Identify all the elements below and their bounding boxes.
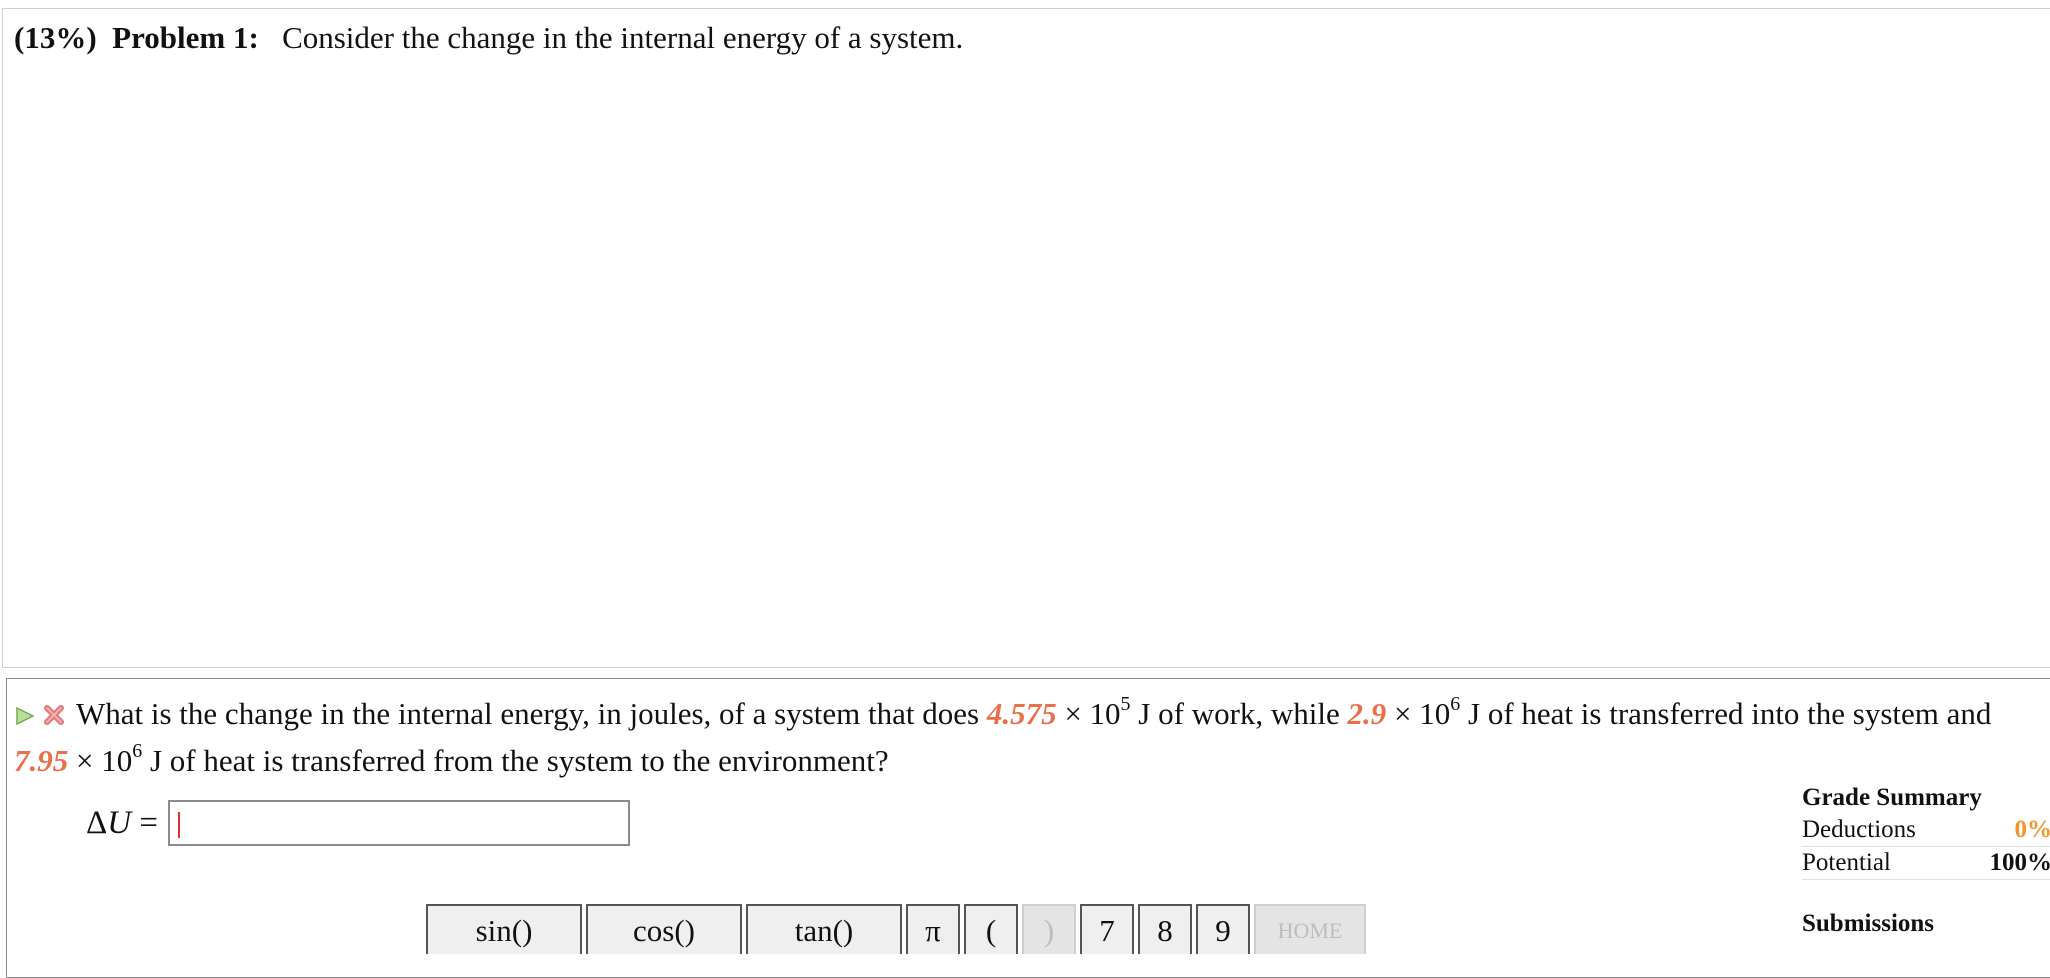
problem-statement: Consider the change in the internal ener… xyxy=(282,20,963,55)
key-cos[interactable]: cos() xyxy=(586,904,742,954)
key-close-paren[interactable]: ) xyxy=(1022,904,1076,954)
grade-summary: Grade Summary Deductions 0% Potential 10… xyxy=(1802,784,2050,880)
text-caret xyxy=(178,812,180,838)
deductions-label: Deductions xyxy=(1802,816,1916,844)
question-part: J of heat is transferred into the system… xyxy=(1460,696,1991,731)
deductions-row: Deductions 0% xyxy=(1802,814,2050,847)
equals-sign: = xyxy=(131,805,158,841)
problem-title: Problem 1: xyxy=(112,20,259,55)
incorrect-x-icon xyxy=(42,695,66,739)
heat-in-exponent: 6 xyxy=(1450,693,1460,715)
work-value: 4.575 xyxy=(987,696,1057,731)
heat-in-value: 2.9 xyxy=(1348,696,1387,731)
heat-out-exponent: 6 xyxy=(132,740,142,762)
answer-row: ΔU = xyxy=(86,798,630,848)
answer-input[interactable] xyxy=(168,800,630,846)
question-part: What is the change in the internal energ… xyxy=(76,696,987,731)
work-exponent: 5 xyxy=(1121,693,1131,715)
potential-row: Potential 100% xyxy=(1802,847,2050,880)
play-icon[interactable] xyxy=(14,695,36,739)
times-ten: × 10 xyxy=(1386,696,1450,731)
delta-symbol: Δ xyxy=(86,805,107,841)
question-part: J of work, while xyxy=(1131,696,1348,731)
key-sin[interactable]: sin() xyxy=(426,904,582,954)
question-part: J of heat is transferred from the system… xyxy=(142,743,888,778)
variable-u: U xyxy=(107,805,131,841)
key-7[interactable]: 7 xyxy=(1080,904,1134,954)
potential-label: Potential xyxy=(1802,849,1891,877)
times-ten: × 10 xyxy=(68,743,132,778)
keypad: sin() cos() tan() π ( ) 7 8 9 HOME xyxy=(426,904,1370,954)
problem-percent: (13%) xyxy=(14,20,97,55)
key-open-paren[interactable]: ( xyxy=(964,904,1018,954)
key-8[interactable]: 8 xyxy=(1138,904,1192,954)
heat-out-value: 7.95 xyxy=(14,743,68,778)
key-pi[interactable]: π xyxy=(906,904,960,954)
potential-value: 100% xyxy=(1990,849,2050,877)
deductions-value: 0% xyxy=(2015,816,2050,844)
times-ten: × 10 xyxy=(1057,696,1121,731)
problem-header: (13%) Problem 1: Consider the change in … xyxy=(14,20,963,56)
key-9[interactable]: 9 xyxy=(1196,904,1250,954)
question-text: What is the change in the internal energ… xyxy=(14,692,2044,783)
answer-label: ΔU = xyxy=(86,805,158,842)
submissions-title: Submissions xyxy=(1802,910,1934,938)
key-home[interactable]: HOME xyxy=(1254,904,1366,954)
problem-container xyxy=(2,8,2050,668)
key-tan[interactable]: tan() xyxy=(746,904,902,954)
grade-summary-title: Grade Summary xyxy=(1802,784,2050,812)
